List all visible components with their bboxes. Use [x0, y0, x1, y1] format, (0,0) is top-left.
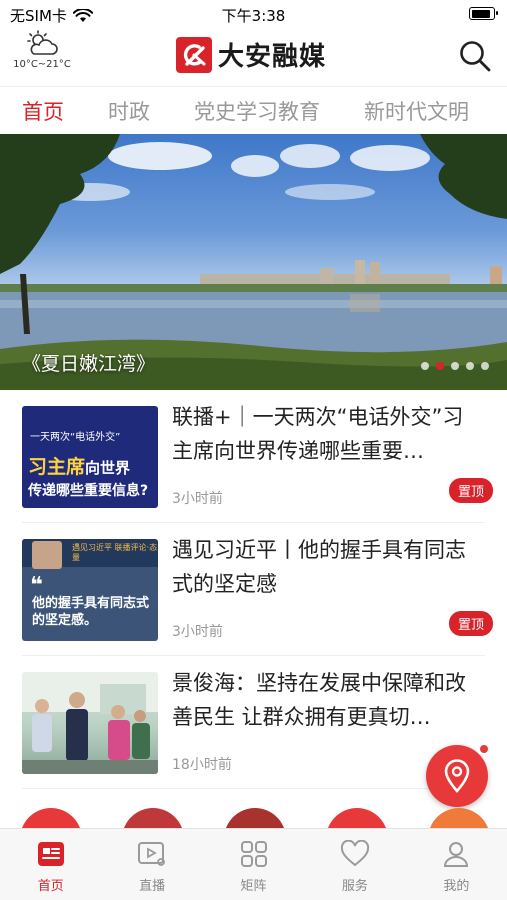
news-title: 遇见习近平丨他的握手具有同志式的坚定感: [172, 538, 466, 596]
thumbnail-photo: [22, 672, 158, 774]
news-title: 景俊海：坚持在发展中保障和改善民生 让群众拥有更真切…: [172, 671, 466, 729]
thumbnail-portrait: [32, 541, 62, 569]
nav-label: 服务: [341, 879, 368, 894]
category-shortcut[interactable]: [428, 808, 490, 828]
battery-level: [471, 9, 491, 18]
search-button[interactable]: [457, 38, 493, 74]
battery-icon: [469, 7, 498, 20]
category-shortcuts-row: [0, 808, 507, 828]
location-float-button[interactable]: [426, 743, 490, 807]
location-pin-icon: [444, 759, 470, 793]
nav-label: 直播: [139, 879, 166, 894]
banner-carousel[interactable]: 《夏日嫩江湾》: [0, 134, 507, 390]
nav-profile[interactable]: 我的: [406, 829, 507, 900]
thumbnail-headline: 习主席向世界: [28, 456, 131, 478]
search-icon: [460, 41, 491, 72]
news-thumbnail: [22, 672, 158, 774]
nav-label: 矩阵: [240, 879, 267, 894]
nav-label: 首页: [37, 879, 64, 894]
user-icon: [441, 839, 471, 869]
category-tabs: 首页 时政 党史学习教育 新时代文明: [0, 86, 507, 134]
news-item[interactable]: 景俊海：坚持在发展中保障和改善民生 让群众拥有更真切… 18小时前: [22, 656, 485, 789]
category-shortcut[interactable]: [122, 808, 184, 828]
news-time: 3小时前: [172, 491, 223, 507]
nav-home[interactable]: 首页: [0, 829, 101, 900]
news-thumbnail: 遇见习近平 联播评论·态量 ❝ 他的握手具有同志式的坚定感。: [22, 539, 158, 641]
notification-badge: [478, 743, 490, 755]
carousel-dot[interactable]: [481, 362, 489, 370]
carousel-dot[interactable]: [451, 362, 459, 370]
carousel-dot[interactable]: [421, 362, 429, 370]
logo-mark-icon: [176, 36, 212, 73]
pinned-badge: 置顶: [448, 611, 493, 636]
banner-caption: 《夏日嫩江湾》: [22, 353, 156, 375]
carousel-dots: [421, 362, 489, 370]
bottom-nav: 首页 直播 矩阵 服务 我的: [0, 828, 507, 900]
thumbnail-quote-text: 他的握手具有同志式的坚定感。: [32, 596, 150, 628]
temperature-range: 10°C~21°C: [13, 59, 71, 70]
status-bar: 无SIM卡 下午3:38: [0, 0, 507, 30]
carousel-dot[interactable]: [466, 362, 474, 370]
news-time: 3小时前: [172, 624, 223, 640]
pinned-badge: 置顶: [448, 478, 493, 503]
category-shortcut[interactable]: [20, 808, 82, 828]
grid-icon: [239, 839, 269, 869]
tab-home[interactable]: 首页: [22, 96, 64, 126]
news-thumbnail: 一天两次“电话外交” 习主席向世界 传递哪些重要信息?: [22, 406, 158, 508]
news-time: 18小时前: [172, 757, 232, 773]
weather-widget[interactable]: 10°C~21°C: [10, 30, 74, 70]
nav-service[interactable]: 服务: [304, 829, 405, 900]
nav-live[interactable]: 直播: [101, 829, 202, 900]
status-time: 下午3:38: [221, 7, 286, 25]
category-shortcut[interactable]: [326, 808, 388, 828]
news-icon: [36, 839, 66, 869]
carousel-dot-active[interactable]: [436, 362, 444, 370]
news-list: 一天两次“电话外交” 习主席向世界 传递哪些重要信息? 联播+｜一天两次“电话外…: [0, 390, 507, 789]
app-header: 10°C~21°C 大安融媒: [0, 30, 507, 86]
heart-icon: [340, 839, 370, 869]
category-shortcut[interactable]: [224, 808, 286, 828]
thumbnail-headline-line2: 传递哪些重要信息?: [28, 483, 149, 499]
live-tv-icon: [137, 839, 167, 869]
nav-label: 我的: [443, 879, 470, 894]
thumbnail-subtitle: 一天两次“电话外交”: [30, 432, 121, 443]
news-title: 联播+｜一天两次“电话外交”习主席向世界传递哪些重要…: [172, 405, 464, 463]
news-item[interactable]: 遇见习近平 联播评论·态量 ❝ 他的握手具有同志式的坚定感。 遇见习近平丨他的握…: [22, 523, 493, 656]
app-logo: 大安融媒: [176, 36, 326, 73]
nav-matrix[interactable]: 矩阵: [203, 829, 304, 900]
partly-cloudy-icon: [27, 30, 58, 55]
news-item[interactable]: 一天两次“电话外交” 习主席向世界 传递哪些重要信息? 联播+｜一天两次“电话外…: [22, 390, 493, 523]
tab-civilization[interactable]: 新时代文明: [364, 96, 469, 126]
thumbnail-tag: 遇见习近平 联播评论·态量: [72, 543, 158, 562]
app-name: 大安融媒: [218, 42, 327, 72]
tab-politics[interactable]: 时政: [108, 96, 150, 126]
tab-party-history[interactable]: 党史学习教育: [194, 96, 320, 126]
